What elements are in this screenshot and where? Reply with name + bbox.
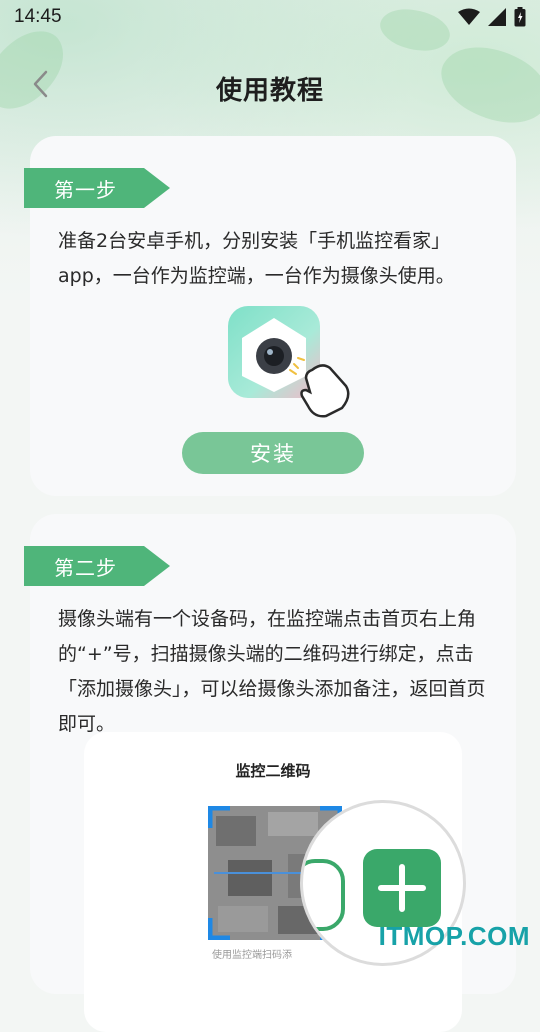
step-one-tag: 第一步 — [24, 168, 172, 208]
step-one-label: 第一步 — [54, 178, 117, 202]
add-camera-button[interactable] — [363, 849, 441, 927]
plus-icon — [378, 864, 426, 912]
step-one-description: 准备2台安卓手机，分别安装「手机监控看家」app，一台作为监控端，一台作为摄像头… — [58, 230, 455, 287]
wifi-icon — [458, 8, 480, 30]
watermark: ITMOP.COM — [378, 921, 530, 951]
step-two-description: 摄像头端有一个设备码，在监控端点击首页右上角的“+”号，扫描摄像头端的二维码进行… — [58, 608, 486, 735]
status-time: 14:45 — [14, 6, 62, 27]
step-one-card: 第一步 准备2台安卓手机，分别安装「手机监控看家」app，一台作为监控端，一台作… — [24, 136, 516, 496]
camera-outline-icon — [303, 859, 345, 931]
signal-icon — [488, 8, 506, 30]
status-bar: 14:45 — [0, 0, 540, 36]
step-two-label: 第二步 — [54, 556, 117, 580]
qr-panel-title: 监控二维码 — [235, 762, 311, 780]
app-icon — [226, 304, 356, 424]
step-two-tag: 第二步 — [24, 546, 172, 586]
status-icons — [458, 7, 526, 31]
battery-icon — [514, 7, 526, 31]
install-button[interactable]: 安装 — [182, 432, 364, 474]
qr-caption: 使用监控端扫码添 — [212, 950, 292, 961]
title-bar: 使用教程 — [0, 58, 540, 118]
page-title: 使用教程 — [215, 76, 324, 106]
